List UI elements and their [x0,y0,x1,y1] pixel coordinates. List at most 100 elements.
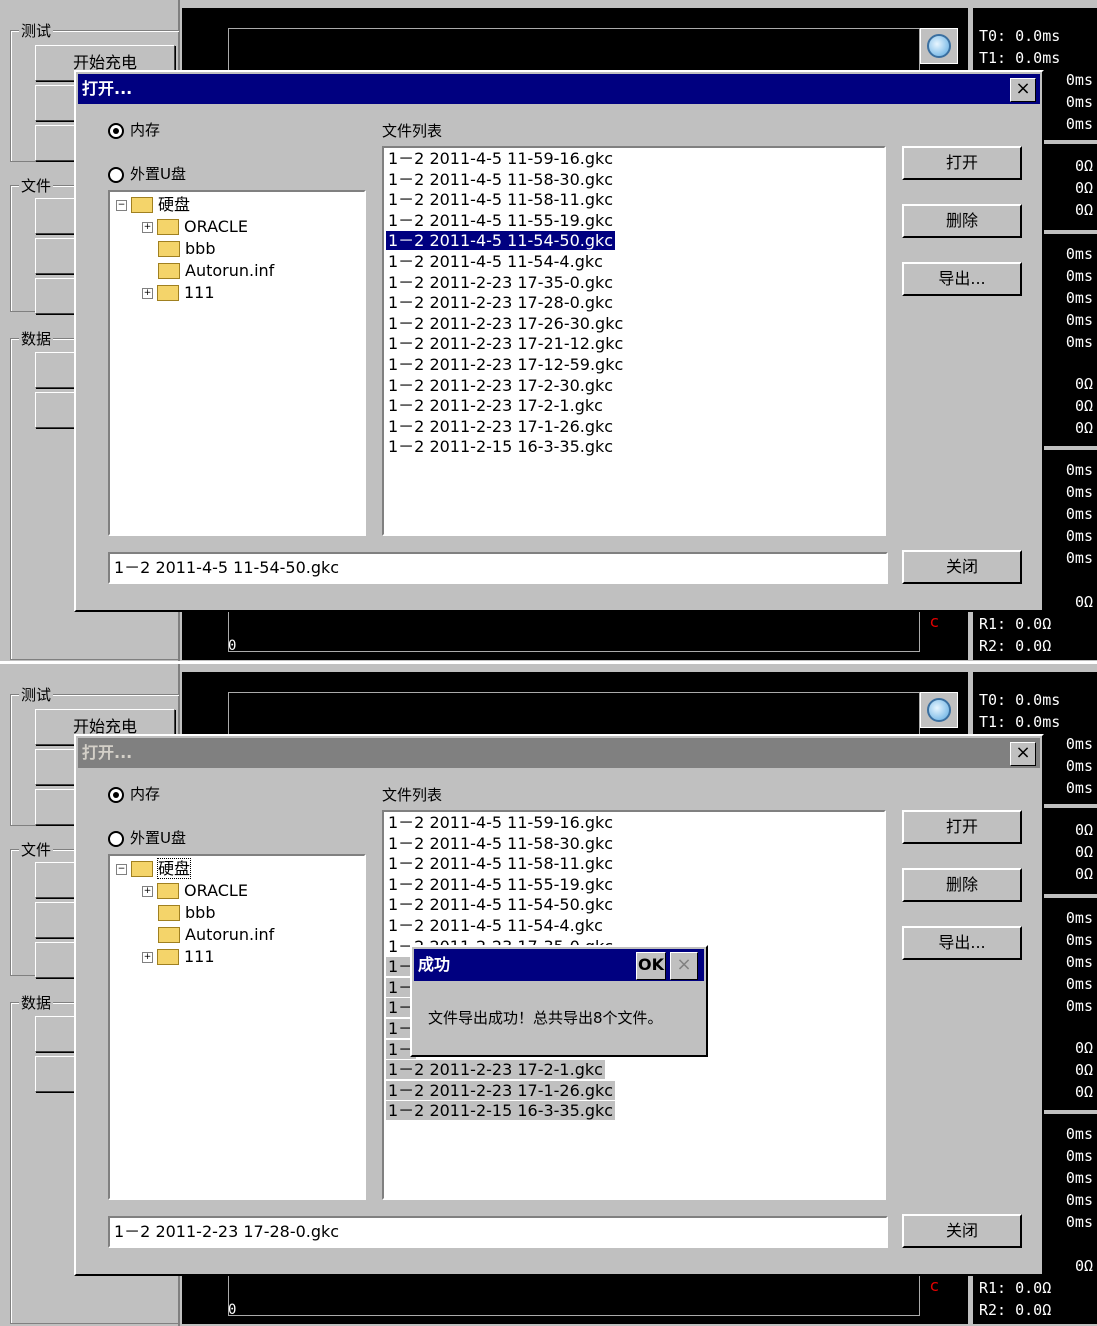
readout-value: 0ms [1065,931,1093,949]
dialog-close-icon[interactable]: × [1010,742,1036,766]
panel-separator [0,661,1097,664]
file-list: 1－2 2011-4-5 11-59-16.gkc 1－2 2011-4-5 1… [382,146,886,536]
open-button[interactable]: 打开 [902,810,1022,844]
folder-tree: − 硬盘 + ORACLE bbb Autorun.inf +111 [108,190,366,536]
radio-memory-label: 内存 [130,121,161,139]
list-item[interactable]: 1－2 2011-2-23 17-12-59.gkc [384,355,884,376]
readout-value: 0ms [1065,975,1093,993]
readout-r1: R1: 0.0Ω [979,615,1052,633]
list-item[interactable]: 1－2 2011-4-5 11-55-19.gkc [384,875,884,896]
readout-value: 0ms [1065,71,1093,89]
list-item[interactable]: 1－2 2011-2-23 17-26-30.gkc [384,314,884,335]
delete-button[interactable]: 删除 [902,868,1022,902]
list-item[interactable]: 1－2 2011-2-23 17-1-26.gkc [384,417,884,438]
list-item[interactable]: 1－2 2011-2-23 17-28-0.gkc [384,293,884,314]
radio-selected-icon [108,122,124,139]
radio-memory-label: 内存 [130,785,161,803]
zoom-magnifier-icon[interactable] [920,28,958,64]
readout-value: 0ms [1065,289,1093,307]
group-data-label: 数据 [19,992,54,1013]
export-button[interactable]: 导出... [902,926,1022,960]
red-cursor-icon: c [930,612,939,631]
tree-item[interactable]: + ORACLE [142,881,248,901]
list-item[interactable]: 1－2 2011-4-5 11-58-30.gkc [384,170,884,191]
radio-memory[interactable]: 内存 [108,120,160,140]
readout-value: 0ms [1065,115,1093,133]
list-item[interactable]: 1－2 2011-4-5 11-58-30.gkc [384,834,884,855]
folder-icon [157,218,179,235]
radio-memory[interactable]: 内存 [108,784,160,804]
close-button[interactable]: 关闭 [902,1214,1022,1248]
tree-item[interactable]: bbb [158,239,215,259]
list-item[interactable]: 1－2 2011-2-23 17-21-12.gkc [384,334,884,355]
readout-value: 0ms [1065,953,1093,971]
radio-usb[interactable]: 外置U盘 [108,828,186,848]
list-item[interactable]: 1－2 2011-2-23 17-2-1.gkc [384,396,884,417]
readout-value: 0Ω [1074,1039,1093,1057]
app-window-top: 测试 开始充电 开 停 文件 数据 0 c T0: 0.0ms T1: 0.0m… [0,0,1097,662]
list-item-highlighted[interactable]: 1－2 2011-2-15 16-3-35.gkc [384,1101,884,1122]
red-cursor-icon: c [930,1276,939,1295]
open-button[interactable]: 打开 [902,146,1022,180]
ok-button[interactable]: OK [636,952,666,980]
list-item[interactable]: 1－2 2011-2-23 17-35-0.gkc [384,273,884,294]
readout-value: 0ms [1065,461,1093,479]
readout-value: 0Ω [1074,375,1093,393]
delete-button[interactable]: 删除 [902,204,1022,238]
collapse-icon[interactable]: − [116,200,127,211]
expand-icon[interactable]: + [142,886,153,897]
expand-icon[interactable]: + [142,952,153,963]
list-item[interactable]: 1－2 2011-4-5 11-59-16.gkc [384,149,884,170]
list-item-selected[interactable]: 1－2 2011-4-5 11-54-50.gkc [384,231,884,252]
list-item[interactable]: 1－2 2011-4-5 11-54-4.gkc [384,916,884,937]
tree-item[interactable]: +111 [142,283,215,303]
close-button[interactable]: 关闭 [902,550,1022,584]
radio-usb[interactable]: 外置U盘 [108,164,186,184]
export-button[interactable]: 导出... [902,262,1022,296]
list-item[interactable]: 1－2 2011-4-5 11-55-19.gkc [384,211,884,232]
readout-value: 0ms [1065,527,1093,545]
list-item-highlighted[interactable]: 1－2 2011-2-23 17-1-26.gkc [384,1080,884,1102]
tree-item[interactable]: Autorun.inf [158,925,274,945]
list-item[interactable]: 1－2 2011-2-23 17-2-30.gkc [384,376,884,397]
group-file-label: 文件 [19,839,54,860]
dialog-title: 打开... [82,743,133,762]
readout-value: 0ms [1065,1191,1093,1209]
list-item[interactable]: 1－2 2011-4-5 11-59-16.gkc [384,813,884,834]
list-item-highlighted[interactable]: 1－2 2011-2-23 17-2-1.gkc [384,1060,884,1081]
folder-icon [158,926,180,943]
collapse-icon[interactable]: − [116,864,127,875]
tree-item[interactable]: bbb [158,903,215,923]
radio-unselected-icon [108,830,124,847]
expand-icon[interactable]: + [142,222,153,233]
message-text: 文件导出成功！总共导出8个文件。 [428,1009,663,1027]
radio-unselected-icon [108,166,124,183]
readout-value: 0ms [1065,757,1093,775]
readout-value: 0ms [1065,1147,1093,1165]
dialog-titlebar: 打开... × [78,74,1040,104]
tree-item[interactable]: +111 [142,947,215,967]
filename-field[interactable]: 1－2 2011-2-23 17-28-0.gkc [108,1216,888,1248]
expand-icon[interactable]: + [142,288,153,299]
list-item[interactable]: 1－2 2011-2-15 16-3-35.gkc [384,437,884,458]
readout-value: 0ms [1065,735,1093,753]
readout-value: 0ms [1065,997,1093,1015]
message-close-icon[interactable]: × [670,952,698,980]
dialog-titlebar: 打开... × [78,738,1040,768]
list-item[interactable]: 1－2 2011-4-5 11-58-11.gkc [384,854,884,875]
list-item[interactable]: 1－2 2011-4-5 11-54-50.gkc [384,895,884,916]
zoom-magnifier-icon[interactable] [920,692,958,728]
list-item[interactable]: 1－2 2011-4-5 11-58-11.gkc [384,190,884,211]
dialog-close-icon[interactable]: × [1010,78,1036,102]
folder-icon [158,262,180,279]
tree-root[interactable]: − 硬盘 [116,858,192,879]
filename-field[interactable]: 1－2 2011-4-5 11-54-50.gkc [108,552,888,584]
tree-item[interactable]: + ORACLE [142,217,248,237]
tree-root[interactable]: − 硬盘 [116,195,190,215]
message-titlebar: 成功 OK × [414,949,704,981]
readout-value: 0Ω [1074,157,1093,175]
tree-item[interactable]: Autorun.inf [158,261,274,281]
list-item[interactable]: 1－2 2011-4-5 11-54-4.gkc [384,252,884,273]
readout-value: 0ms [1065,779,1093,797]
group-file-label: 文件 [19,175,54,196]
